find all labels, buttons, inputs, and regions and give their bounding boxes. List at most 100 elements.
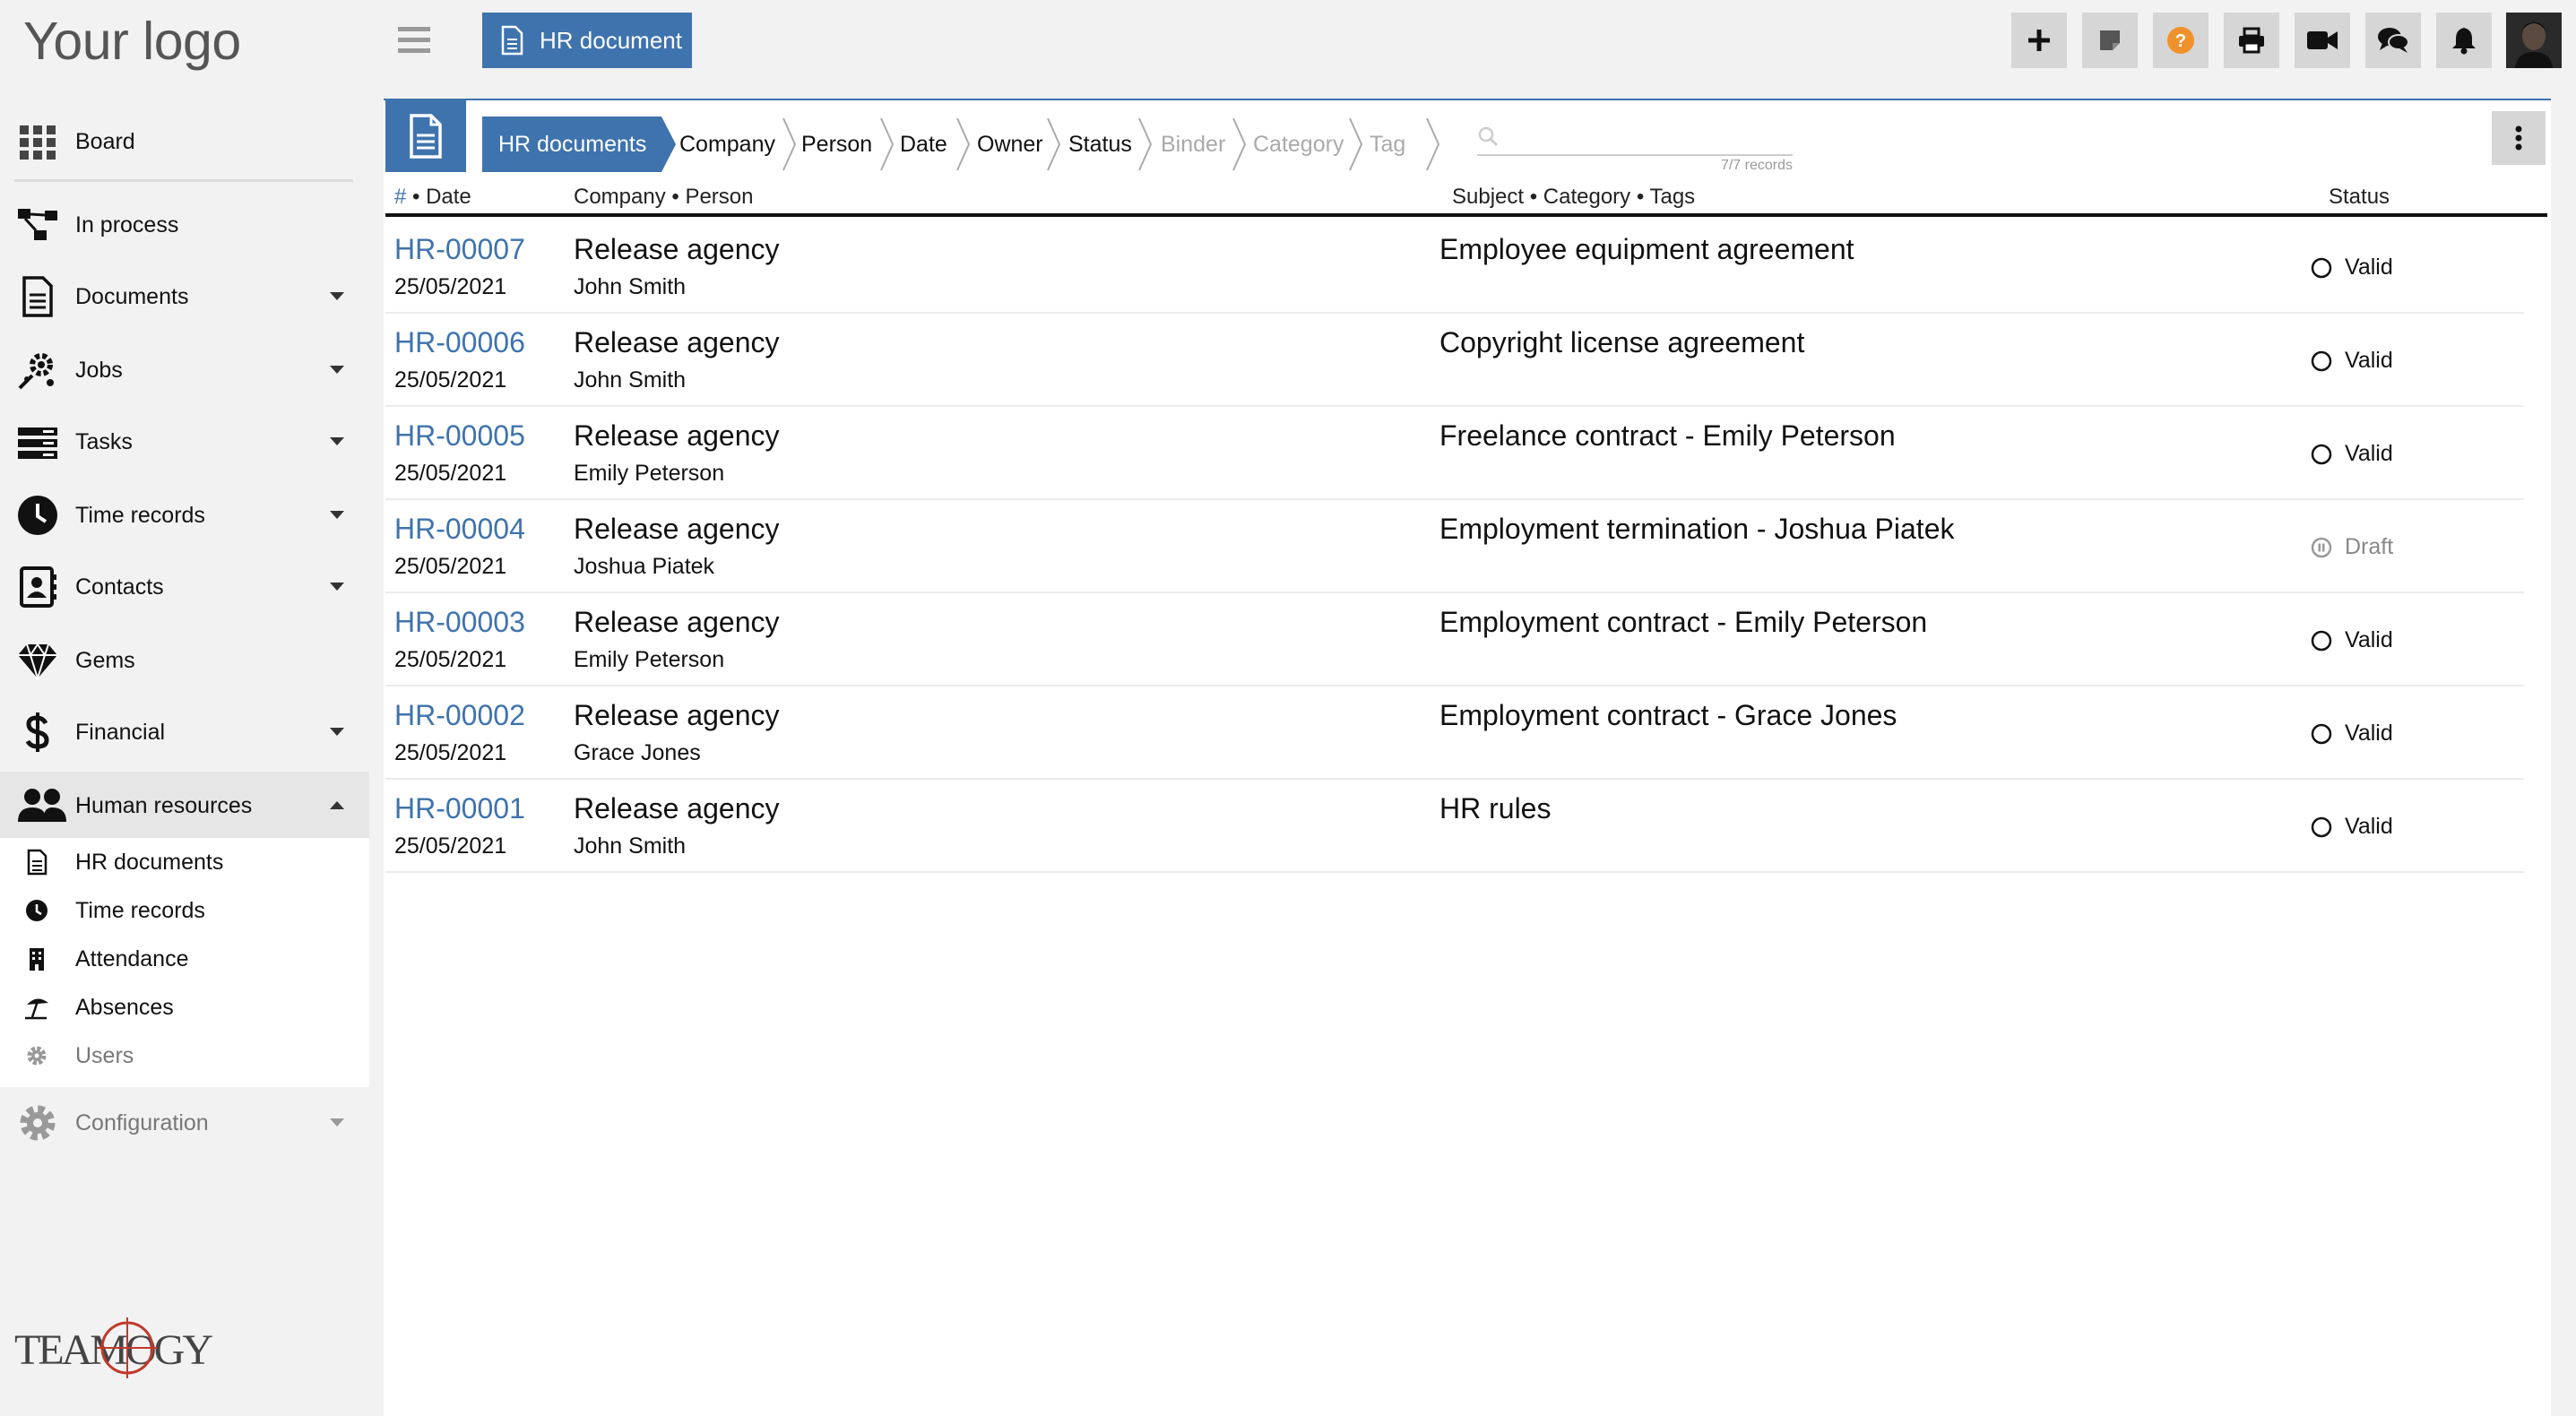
- breadcrumb-binder[interactable]: Binder: [1161, 117, 1225, 172]
- table-row[interactable]: HR-00007 25/05/2021 Release agency John Smi…: [385, 220, 2524, 314]
- submenu-item-hr-documents[interactable]: HR documents: [0, 838, 369, 886]
- sidebar-item-jobs[interactable]: Jobs: [0, 336, 369, 404]
- status-label: Valid: [2345, 348, 2393, 373]
- table-row[interactable]: HR-00001 25/05/2021 Release agency John Smi…: [385, 780, 2524, 873]
- company-name: Release agency: [574, 326, 780, 358]
- document-subject: Employment contract - Grace Jones: [1439, 699, 1897, 731]
- column-header-date[interactable]: • Date: [412, 185, 471, 210]
- sidebar-item-time-records[interactable]: Time records: [0, 481, 369, 549]
- jobs-icon: [16, 349, 59, 392]
- column-header-hash[interactable]: #: [394, 185, 406, 210]
- breadcrumb-chevron: [880, 117, 895, 171]
- document-date: 25/05/2021: [394, 367, 507, 393]
- video-button[interactable]: [2295, 13, 2350, 68]
- record-count: 7/7 records: [1720, 158, 1793, 173]
- breadcrumb-tag[interactable]: Tag: [1370, 117, 1405, 172]
- circle-icon: [2311, 630, 2332, 652]
- document-id-link[interactable]: HR-00007: [394, 233, 525, 266]
- person-name: Joshua Piatek: [574, 554, 715, 579]
- sidebar-item-in-process[interactable]: In process: [0, 191, 369, 259]
- sidebar-item-tasks[interactable]: Tasks: [0, 408, 369, 476]
- status-label: Valid: [2345, 721, 2393, 746]
- sidebar-item-label: Gems: [75, 647, 135, 673]
- help-button[interactable]: ?: [2153, 13, 2209, 68]
- submenu-item-time-records[interactable]: Time records: [0, 886, 369, 935]
- breadcrumb-label: Person: [801, 131, 873, 157]
- caret-down-icon: [330, 292, 344, 300]
- company-name: Release agency: [574, 419, 780, 452]
- brand-logo: TEAMOGY: [13, 1312, 219, 1384]
- sidebar-item-label: Contacts: [75, 574, 164, 600]
- notifications-button[interactable]: [2436, 13, 2492, 68]
- document-date: 25/05/2021: [394, 461, 507, 486]
- breadcrumb-hr-documents[interactable]: HR documents: [482, 117, 661, 172]
- submenu-item-attendance[interactable]: Attendance: [0, 935, 369, 983]
- plus-icon: [2028, 30, 2050, 51]
- column-header-subject[interactable]: Subject • Category • Tags: [1452, 185, 1695, 210]
- submenu-item-absences[interactable]: Absences: [0, 983, 369, 1032]
- document-subject: Employment termination - Joshua Piatek: [1439, 513, 1955, 545]
- circle-icon: [2311, 723, 2332, 745]
- sidebar-item-label: Configuration: [75, 1109, 209, 1135]
- tasks-icon: [16, 420, 59, 463]
- column-header-company-person[interactable]: Company • Person: [574, 185, 754, 210]
- table-row[interactable]: HR-00006 25/05/2021 Release agency John Smi…: [385, 314, 2524, 407]
- sidebar-item-label: In process: [75, 212, 179, 237]
- company-name: Release agency: [574, 233, 780, 265]
- person-name: John Smith: [574, 833, 687, 859]
- search-input[interactable]: 7/7 records: [1477, 124, 1793, 173]
- document-id-link[interactable]: HR-00001: [394, 792, 525, 825]
- avatar[interactable]: [2506, 13, 2562, 68]
- document-id-link[interactable]: HR-00003: [394, 606, 525, 639]
- search-icon: [1478, 126, 1499, 147]
- submenu-item-label: Absences: [75, 994, 174, 1020]
- document-id-link[interactable]: HR-00006: [394, 326, 525, 359]
- breadcrumb-category[interactable]: Category: [1253, 117, 1344, 172]
- sidebar-item-board[interactable]: Board: [0, 108, 369, 176]
- breadcrumb-status[interactable]: Status: [1068, 117, 1132, 172]
- module-document-icon: [385, 100, 466, 172]
- status-badge: Valid: [2311, 814, 2393, 840]
- submenu-item-users[interactable]: Users: [0, 1032, 369, 1080]
- breadcrumb-chevron: [1138, 117, 1153, 171]
- sidebar-item-label: Documents: [75, 283, 189, 309]
- sidebar-item-gems[interactable]: Gems: [0, 626, 369, 695]
- table-row[interactable]: HR-00002 25/05/2021 Release agency Grace Jo…: [385, 686, 2524, 780]
- sidebar: Your logo Board In process Documents Job…: [0, 0, 369, 1416]
- company-name: Release agency: [574, 699, 780, 731]
- breadcrumb-person[interactable]: Person: [801, 117, 872, 172]
- document-id-link[interactable]: HR-00004: [394, 513, 525, 546]
- sidebar-item-documents[interactable]: Documents: [0, 263, 369, 331]
- more-options-button[interactable]: [2492, 111, 2546, 165]
- breadcrumb-chevron: [1047, 117, 1061, 171]
- help-icon: ?: [2167, 27, 2194, 54]
- sidebar-item-label: Human resources: [75, 792, 253, 818]
- table-row[interactable]: HR-00005 25/05/2021 Release agency Emily Pe…: [385, 407, 2524, 500]
- breadcrumb-date[interactable]: Date: [900, 117, 947, 172]
- breadcrumb-owner[interactable]: Owner: [977, 117, 1043, 172]
- hamburger-icon: [398, 27, 430, 53]
- note-button[interactable]: [2082, 13, 2138, 68]
- hr-document-button[interactable]: HR document: [482, 13, 692, 68]
- table-row[interactable]: HR-00003 25/05/2021 Release agency Emily Pe…: [385, 593, 2524, 686]
- document-date: 25/05/2021: [394, 740, 507, 765]
- sidebar-item-configuration[interactable]: Configuration: [0, 1089, 369, 1157]
- document-id-link[interactable]: HR-00002: [394, 699, 525, 732]
- chat-button[interactable]: [2365, 13, 2421, 68]
- hamburger-menu-button[interactable]: [398, 25, 434, 56]
- column-header-status[interactable]: Status: [2329, 185, 2390, 210]
- building-icon: [23, 945, 50, 972]
- document-subject: Employee equipment agreement: [1439, 233, 1854, 265]
- add-button[interactable]: [2011, 13, 2067, 68]
- gear-icon: [23, 1042, 50, 1069]
- circle-icon: [2311, 350, 2332, 372]
- print-button[interactable]: [2224, 13, 2279, 68]
- sidebar-item-human-resources[interactable]: Human resources: [0, 772, 369, 840]
- document-id-link[interactable]: HR-00005: [394, 419, 525, 453]
- sidebar-item-contacts[interactable]: Contacts: [0, 553, 369, 621]
- table-row[interactable]: HR-00004 25/05/2021 Release agency Joshua P…: [385, 500, 2524, 593]
- gear-icon: [16, 1101, 59, 1144]
- submenu-item-label: Attendance: [75, 945, 189, 971]
- sidebar-item-financial[interactable]: Financial: [0, 698, 369, 766]
- breadcrumb-company[interactable]: Company: [679, 117, 775, 172]
